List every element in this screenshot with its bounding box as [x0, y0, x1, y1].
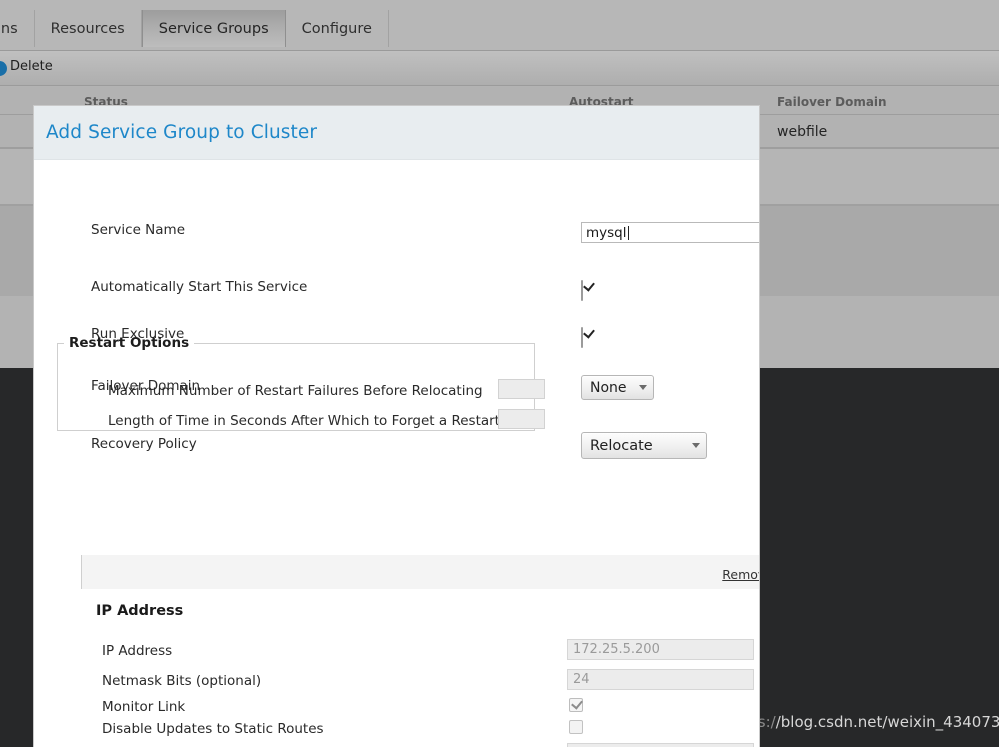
restart-options-legend: Restart Options [69, 335, 190, 351]
action-toolbar: Delete [0, 51, 999, 86]
tab-service-groups-label: Service Groups [158, 20, 269, 37]
recovery-policy-select[interactable]: Relocate [581, 432, 707, 459]
failover-domain-value: None [590, 379, 627, 396]
max-restart-failures-input[interactable] [498, 379, 545, 399]
disable-static-routes-label: Disable Updates to Static Routes [102, 721, 324, 737]
auto-start-label: Automatically Start This Service [91, 279, 308, 295]
run-exclusive-checkbox[interactable] [581, 327, 583, 348]
tab-resources[interactable]: Resources [35, 10, 142, 47]
recovery-policy-label: Recovery Policy [91, 436, 197, 452]
text-caret [627, 225, 629, 240]
chevron-down-icon [639, 385, 647, 390]
forget-restart-time-input[interactable] [498, 409, 545, 429]
delete-button[interactable]: Delete [10, 59, 53, 74]
nav-tab-bar: ains Resources Service Groups Configure [0, 0, 999, 51]
tab-configure[interactable]: Configure [286, 10, 389, 47]
restart-options-fieldset: Restart Options Maximum Number of Restar… [57, 335, 545, 431]
watermark: https://blog.csdn.net/weixin_43407305 [727, 713, 999, 731]
ip-address-placeholder: 172.25.5.200 [573, 642, 660, 657]
service-name-value: mysql [586, 224, 627, 241]
watermark-url: /blog.csdn.net/weixin_43407305 [775, 713, 999, 731]
ip-address-label: IP Address [102, 643, 173, 659]
run-exclusive-control [581, 327, 583, 348]
resource-section-title: IP Address [96, 603, 184, 619]
sleep-seconds-input[interactable]: 10 [567, 743, 754, 747]
field-row-service-name: Service Name mysql [34, 222, 759, 246]
service-name-label: Service Name [91, 222, 186, 238]
screen: ains Resources Service Groups Configure … [0, 0, 999, 747]
disable-static-routes-checkbox[interactable] [569, 720, 583, 734]
monitor-link-checkbox[interactable] [569, 698, 583, 712]
remove-resource-link[interactable]: Remove [722, 567, 759, 582]
forget-restart-time-label: Length of Time in Seconds After Which to… [108, 413, 500, 429]
nav-tabs: ains Resources Service Groups Configure [0, 10, 389, 47]
dialog-title: Add Service Group to Cluster [46, 122, 318, 143]
tab-domains[interactable]: ains [0, 10, 35, 47]
recovery-policy-control: Relocate [581, 432, 707, 459]
tab-domains-label: ains [0, 20, 18, 37]
field-row-recovery-policy: Recovery Policy Relocate [34, 432, 759, 460]
tab-resources-label: Resources [50, 20, 125, 37]
tab-service-groups[interactable]: Service Groups [141, 10, 286, 47]
cell-failover-domain: webfile [777, 124, 828, 140]
add-service-group-dialog: Add Service Group to Cluster Service Nam… [33, 105, 760, 747]
service-name-input[interactable]: mysql [581, 222, 759, 243]
tab-configure-label: Configure [301, 20, 372, 37]
ip-address-input[interactable]: 172.25.5.200 [567, 639, 754, 660]
failover-domain-control: None [581, 375, 654, 400]
field-row-auto-start: Automatically Start This Service [34, 279, 759, 303]
recovery-policy-value: Relocate [590, 437, 653, 454]
service-name-control: mysql [581, 222, 759, 243]
delete-icon [0, 61, 7, 76]
dialog-body: Service Name mysql Automatically Start T… [34, 160, 759, 747]
netmask-bits-input[interactable]: 24 [567, 669, 754, 690]
monitor-link-label: Monitor Link [102, 699, 186, 715]
auto-start-checkbox[interactable] [581, 280, 583, 301]
auto-start-control [581, 280, 583, 301]
chevron-down-icon [692, 443, 700, 448]
max-restart-failures-label: Maximum Number of Restart Failures Befor… [108, 383, 483, 399]
column-header-failover-domain: Failover Domain [777, 95, 887, 109]
dialog-header: Add Service Group to Cluster [34, 106, 759, 160]
netmask-bits-placeholder: 24 [573, 672, 590, 687]
netmask-bits-label: Netmask Bits (optional) [102, 673, 262, 689]
failover-domain-select[interactable]: None [581, 375, 654, 400]
resource-bar: Remove [81, 555, 759, 589]
